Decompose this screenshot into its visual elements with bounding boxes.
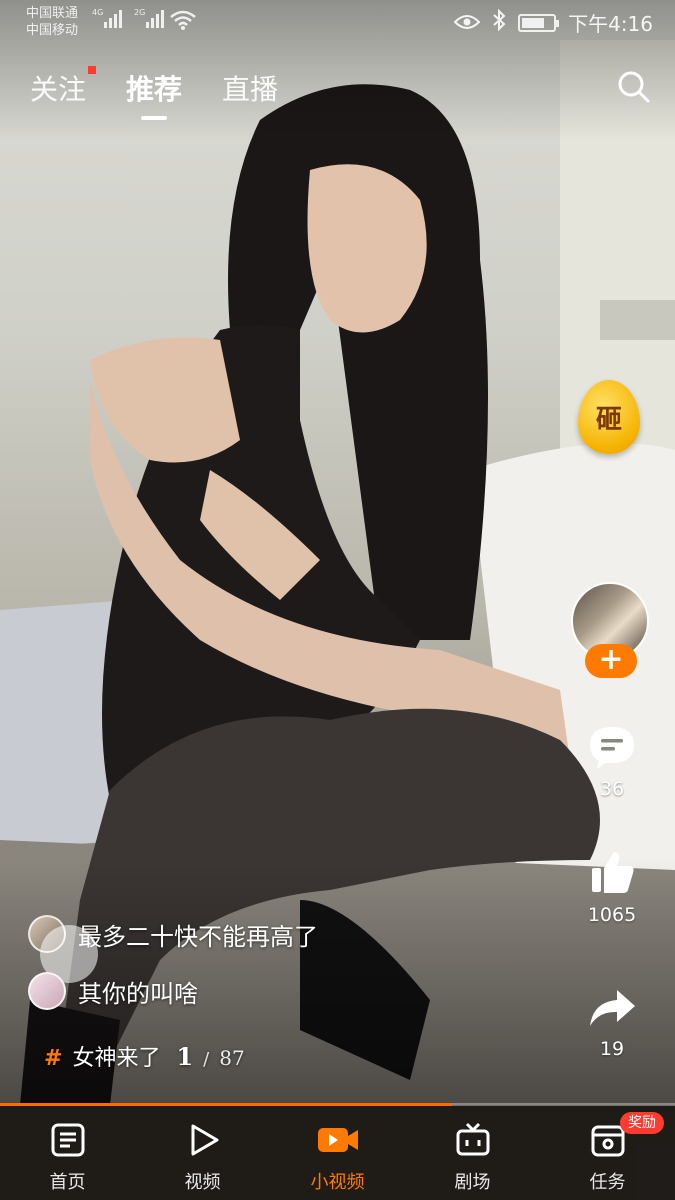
comment-icon xyxy=(587,727,637,774)
nav-task-label: 任务 xyxy=(589,1172,626,1193)
status-right: 下午4:16 xyxy=(453,8,653,37)
nav-short-video-label: 小视频 xyxy=(310,1172,365,1193)
notification-dot xyxy=(88,66,97,74)
bullet-comment: 其你的叫啥 xyxy=(28,972,198,1010)
follow-plus-button[interactable]: + xyxy=(585,644,637,678)
nav-video[interactable]: 视频 xyxy=(135,1106,270,1200)
nav-theater-label: 剧场 xyxy=(454,1172,491,1193)
carrier-labels: 中国联通 中国移动 xyxy=(26,5,78,39)
commenter-avatar xyxy=(28,972,66,1010)
golden-egg-label: 砸 xyxy=(595,404,622,435)
home-doc-icon xyxy=(50,1122,86,1162)
eye-icon xyxy=(453,11,481,35)
share-arrow-icon xyxy=(587,990,637,1034)
tab-follow-label: 关注 xyxy=(30,73,87,106)
carrier-1: 中国联通 xyxy=(26,6,79,21)
search-icon[interactable] xyxy=(617,70,651,104)
nav-video-label: 视频 xyxy=(184,1172,221,1193)
tab-recommend[interactable]: 推荐 xyxy=(126,68,182,108)
nav-theater[interactable]: 剧场 xyxy=(405,1106,540,1200)
bullet-comment-text: 其你的叫啥 xyxy=(78,979,198,1008)
nav-home-label: 首页 xyxy=(49,1172,86,1193)
battery-icon xyxy=(518,13,560,32)
play-icon xyxy=(185,1122,221,1162)
task-icon xyxy=(590,1122,626,1162)
share-button[interactable]: 19 xyxy=(570,986,654,1060)
topic-collection-link[interactable]: # 女神来了 1 / 87 xyxy=(44,1040,245,1072)
top-tabs: 关注 推荐 直播 xyxy=(30,66,278,108)
wifi-icon xyxy=(170,10,196,34)
bullet-comment-text: 最多二十快不能再高了 xyxy=(78,922,318,951)
nav-task[interactable]: 任务 奖励 xyxy=(540,1106,675,1200)
nav-short-video[interactable]: 小视频 xyxy=(270,1106,405,1200)
topic-name: 女神来了 xyxy=(72,1046,161,1071)
episode-current: 1 xyxy=(176,1042,194,1071)
like-count: 1065 xyxy=(587,904,637,926)
signal-1-icon: 4G xyxy=(92,8,122,28)
tab-live-label: 直播 xyxy=(222,73,279,106)
like-button[interactable]: 1065 xyxy=(570,848,654,926)
comment-button[interactable]: 36 xyxy=(570,724,654,800)
reward-badge: 奖励 xyxy=(620,1112,664,1134)
signal-2-icon: 2G xyxy=(134,8,164,28)
hashtag-icon: # xyxy=(44,1046,63,1071)
thumbs-up-icon xyxy=(588,852,636,900)
author-avatar-group: + xyxy=(571,582,651,692)
short-video-icon xyxy=(316,1122,360,1162)
tab-follow[interactable]: 关注 xyxy=(30,66,97,108)
bottom-nav: 首页 视频 小视频 剧场 任务 奖励 xyxy=(0,1106,675,1200)
episode-total: 87 xyxy=(219,1046,245,1070)
nav-home[interactable]: 首页 xyxy=(0,1106,135,1200)
comment-count: 36 xyxy=(599,778,625,800)
bluetooth-icon xyxy=(492,8,506,36)
carrier-2: 中国移动 xyxy=(26,23,79,38)
tv-icon xyxy=(455,1122,491,1162)
episode-separator: / xyxy=(203,1049,210,1070)
clock: 下午4:16 xyxy=(568,12,653,36)
tab-recommend-label: 推荐 xyxy=(126,73,183,106)
tab-live[interactable]: 直播 xyxy=(222,68,278,108)
status-bar: 中国联通 中国移动 4G 2G 下午4:16 xyxy=(0,0,675,46)
share-count: 19 xyxy=(599,1038,625,1060)
